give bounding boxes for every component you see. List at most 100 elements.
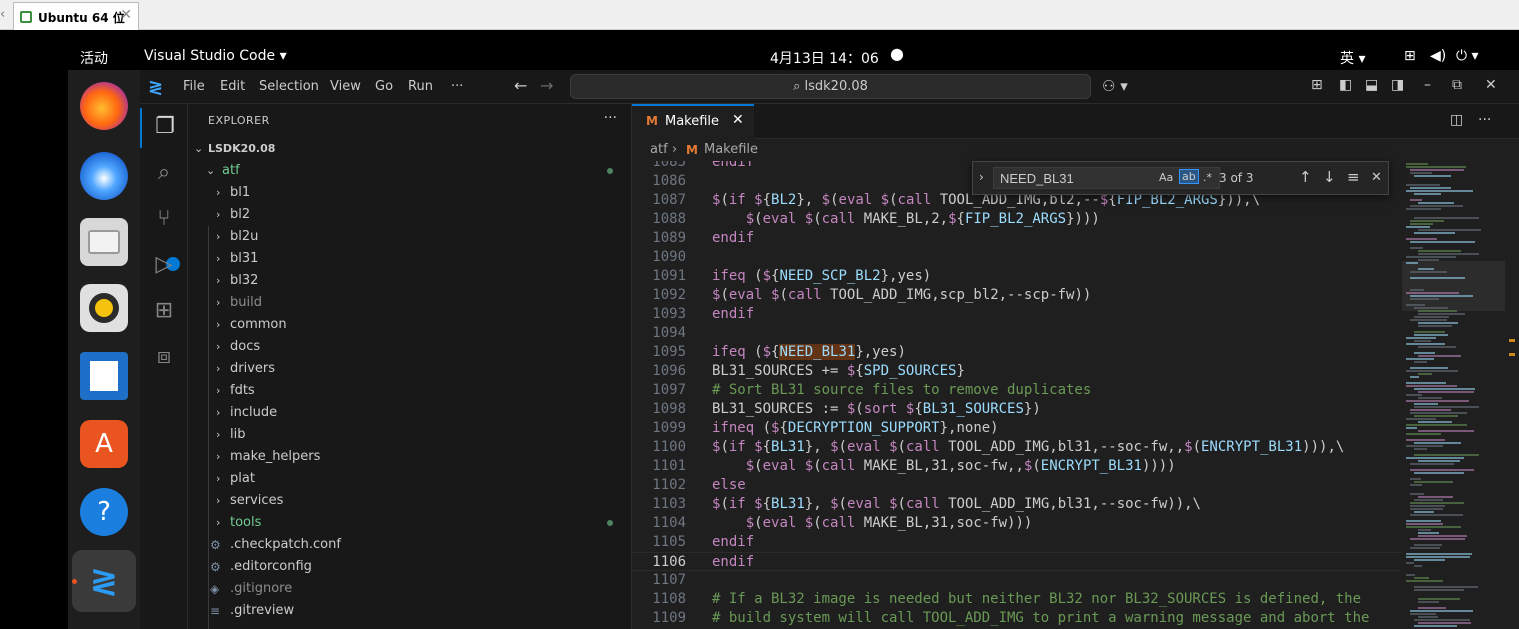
- breadcrumb-folder[interactable]: atf: [650, 142, 668, 157]
- tree-folder-build[interactable]: › build: [188, 292, 631, 314]
- minimap-line: [1418, 259, 1439, 261]
- vscode-icon[interactable]: ≷: [80, 557, 128, 605]
- tree-file[interactable]: ≡ .gitreview: [188, 600, 631, 622]
- tree-file[interactable]: ⚙ .editorconfig: [188, 556, 631, 578]
- input-method-menu[interactable]: 英 ▾: [1340, 48, 1365, 68]
- tree-folder-common[interactable]: › common: [188, 314, 631, 336]
- writer-icon[interactable]: [80, 352, 128, 400]
- minimap-line: [1410, 187, 1451, 189]
- rhythmbox-icon[interactable]: [80, 284, 128, 332]
- power-icon[interactable]: ⏻ ▾: [1456, 48, 1479, 64]
- toggle-replace-chevron-icon[interactable]: ›: [979, 170, 984, 184]
- tree-folder-bl31[interactable]: › bl31: [188, 248, 631, 270]
- app-menu[interactable]: Visual Studio Code ▾: [144, 48, 287, 64]
- git-status-dot: [607, 520, 613, 526]
- help-icon[interactable]: ?: [80, 488, 128, 536]
- root-label: LSDK20.08: [208, 142, 276, 155]
- match-case-toggle[interactable]: Aa: [1159, 171, 1173, 184]
- customize-layout-icon[interactable]: ⊞: [1311, 77, 1323, 93]
- split-editor-icon[interactable]: ◫: [1450, 112, 1463, 128]
- minimap-line: [1410, 271, 1447, 273]
- close-icon[interactable]: ✕: [732, 112, 744, 128]
- menu-view[interactable]: View: [330, 79, 361, 94]
- app-center-icon[interactable]: A: [80, 420, 128, 468]
- back-arrow-icon[interactable]: ←: [514, 76, 527, 95]
- search-icon[interactable]: ⌕: [140, 154, 188, 194]
- close-icon[interactable]: ✕: [1371, 170, 1382, 185]
- menu-file[interactable]: File: [183, 79, 205, 94]
- minimap-line: [1414, 448, 1427, 450]
- activities-button[interactable]: 活动: [80, 48, 108, 68]
- clock[interactable]: 4月13日 14：06: [770, 48, 879, 68]
- minimize-icon[interactable]: –: [1424, 77, 1431, 93]
- tree-file[interactable]: ⚙ .checkpatch.conf: [188, 534, 631, 556]
- extensions-icon[interactable]: ⊞: [140, 292, 188, 332]
- menu-run[interactable]: Run: [408, 79, 433, 94]
- thunderbird-icon[interactable]: [80, 152, 128, 200]
- folder-label: bl1: [230, 185, 251, 200]
- copilot-icon[interactable]: ⚇ ▾: [1102, 77, 1128, 95]
- minimap-line: [1406, 262, 1418, 264]
- tree-folder-fdts[interactable]: › fdts: [188, 380, 631, 402]
- network-icon[interactable]: ⊞: [1404, 48, 1416, 64]
- tree-folder-docs[interactable]: › docs: [188, 336, 631, 358]
- forward-arrow-icon[interactable]: →: [540, 76, 553, 95]
- tree-folder-bl2u[interactable]: › bl2u: [188, 226, 631, 248]
- tree-folder-tools[interactable]: › tools: [188, 512, 631, 534]
- menu-more[interactable]: ···: [451, 79, 463, 94]
- minimap-line: [1406, 166, 1466, 168]
- tree-folder-services[interactable]: › services: [188, 490, 631, 512]
- source-control-icon[interactable]: ⑂: [140, 200, 188, 240]
- toggle-primary-sidebar-icon[interactable]: ◧: [1339, 77, 1352, 93]
- close-icon[interactable]: ✕: [120, 7, 132, 23]
- toggle-secondary-sidebar-icon[interactable]: ◨: [1391, 77, 1404, 93]
- tree-folder-drivers[interactable]: › drivers: [188, 358, 631, 380]
- tree-folder-atf[interactable]: ⌄ atf: [188, 160, 631, 182]
- chevron-right-icon: ›: [216, 296, 221, 309]
- host-tab-ubuntu[interactable]: Ubuntu 64 位 ✕: [13, 2, 139, 30]
- line-number: 1100: [652, 439, 686, 455]
- explorer-icon[interactable]: ❐: [140, 108, 188, 148]
- tree-folder-bl2[interactable]: › bl2: [188, 204, 631, 226]
- menu-selection[interactable]: Selection: [259, 79, 319, 94]
- toggle-panel-icon[interactable]: ⬓: [1365, 77, 1378, 93]
- minimap[interactable]: [1402, 161, 1519, 629]
- tree-file[interactable]: ◈ .gitignore: [188, 578, 631, 600]
- find-in-selection-icon[interactable]: ≡: [1347, 168, 1360, 186]
- tree-folder-lib[interactable]: › lib: [188, 424, 631, 446]
- tree-folder-include[interactable]: › include: [188, 402, 631, 424]
- tree-root[interactable]: ⌄ LSDK20.08: [188, 138, 631, 160]
- restore-icon[interactable]: ⧉: [1452, 77, 1462, 93]
- menu-go[interactable]: Go: [375, 79, 393, 94]
- minimap-line: [1418, 313, 1465, 315]
- whole-word-toggle[interactable]: ab: [1179, 169, 1199, 184]
- volume-icon[interactable]: ◀): [1430, 48, 1446, 64]
- chevron-right-icon: ›: [216, 428, 221, 441]
- line-number: 1095: [652, 344, 686, 360]
- more-actions-icon[interactable]: ···: [604, 110, 617, 126]
- regex-toggle[interactable]: .*: [1203, 171, 1212, 184]
- firefox-icon[interactable]: [80, 82, 128, 130]
- minimap-line: [1406, 433, 1441, 435]
- remote-explorer-icon[interactable]: ⧈: [140, 338, 188, 378]
- more-actions-icon[interactable]: ···: [1478, 112, 1491, 128]
- code-view[interactable]: 1085 endif 1086 1087 $(if ${BL2}, $(eval $(c…: [632, 161, 1402, 629]
- command-center-search[interactable]: ⌕ lsdk20.08: [570, 74, 1091, 99]
- tree-folder-bl1[interactable]: › bl1: [188, 182, 631, 204]
- next-match-icon[interactable]: ↓: [1323, 168, 1336, 186]
- tab-scroll-left-icon[interactable]: ‹: [0, 7, 8, 22]
- minimap-line: [1418, 601, 1439, 603]
- run-debug-icon[interactable]: ▷: [140, 246, 188, 286]
- tree-folder-plat[interactable]: › plat: [188, 468, 631, 490]
- minimap-line: [1406, 526, 1461, 528]
- files-icon[interactable]: [80, 218, 128, 266]
- minimap-line: [1406, 562, 1414, 564]
- tree-folder-bl32[interactable]: › bl32: [188, 270, 631, 292]
- previous-match-icon[interactable]: ↑: [1299, 168, 1312, 186]
- menu-edit[interactable]: Edit: [220, 79, 245, 94]
- overview-ruler[interactable]: [1505, 161, 1519, 629]
- tab-makefile[interactable]: M Makefile ✕: [632, 104, 754, 139]
- close-icon[interactable]: ✕: [1485, 77, 1497, 93]
- breadcrumb-file[interactable]: Makefile: [704, 142, 758, 157]
- tree-folder-make-helpers[interactable]: › make_helpers: [188, 446, 631, 468]
